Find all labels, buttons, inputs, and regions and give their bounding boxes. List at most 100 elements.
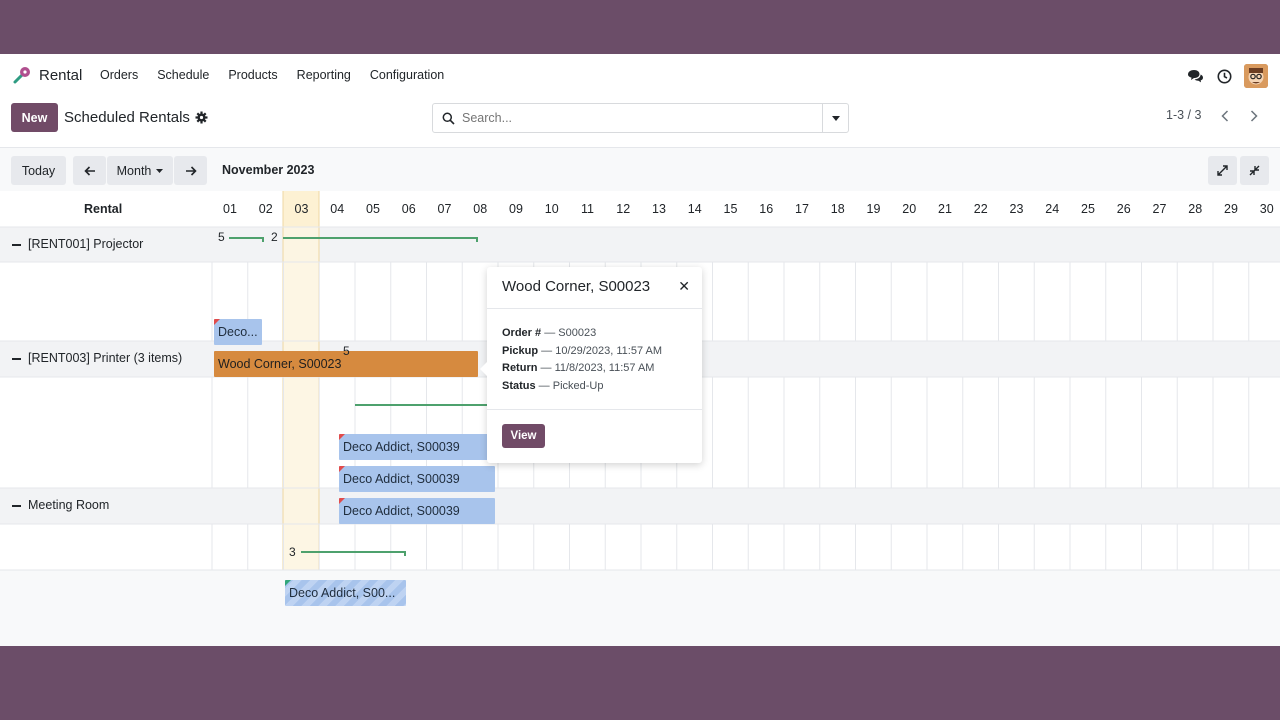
chat-icon[interactable]: [1186, 67, 1204, 85]
app-window: Rental Orders Schedule Products Reportin…: [0, 54, 1280, 646]
pager-next-button[interactable]: [1241, 103, 1267, 129]
expand-rows-button[interactable]: [1208, 156, 1237, 185]
compress-icon: [1249, 165, 1260, 176]
popover-arrow: [480, 362, 487, 376]
collapse-toggle-icon[interactable]: [12, 505, 21, 507]
previous-period-button[interactable]: [73, 156, 106, 185]
pager-previous-button[interactable]: [1212, 103, 1238, 129]
rental-pill[interactable]: Deco Addict, S00039: [339, 466, 495, 492]
late-indicator: [339, 434, 345, 440]
view-button[interactable]: View: [502, 424, 545, 448]
reserved-indicator: [285, 580, 291, 586]
group-label-printer[interactable]: [RENT003] Printer (3 items): [28, 351, 182, 365]
day-header-cell: 17: [795, 202, 809, 216]
day-header-cell: 27: [1152, 202, 1167, 216]
chevron-left-icon: [1221, 110, 1229, 122]
new-button[interactable]: New: [11, 103, 58, 132]
pager-value[interactable]: 1-3 / 3: [1166, 108, 1201, 122]
day-header-cell: 14: [687, 202, 702, 216]
group-label-meeting-room[interactable]: Meeting Room: [28, 498, 109, 512]
popover-footer-divider: [487, 409, 702, 410]
count-bar: [283, 237, 478, 242]
next-period-button[interactable]: [174, 156, 207, 185]
scale-dropdown[interactable]: Month: [107, 156, 173, 185]
menu-item-configuration[interactable]: Configuration: [370, 68, 444, 82]
rental-pill[interactable]: Deco Addict, S00...: [285, 580, 406, 606]
detail-status: Status — Picked-Up: [502, 379, 604, 392]
user-avatar[interactable]: [1244, 64, 1268, 88]
collapse-toggle-icon[interactable]: [12, 358, 21, 360]
arrow-right-icon: [185, 165, 197, 176]
search-input[interactable]: [462, 109, 822, 127]
search-icon: [442, 112, 455, 125]
gantt-toolbar: Today Month November 2023: [0, 147, 1280, 191]
day-header-cell: 23: [1009, 202, 1024, 216]
day-header-cell: 09: [509, 202, 523, 216]
day-header-cell: 07: [437, 202, 452, 216]
gantt-header-label: Rental: [84, 202, 123, 216]
late-indicator: [339, 498, 345, 504]
day-header-cell: 01: [223, 202, 237, 216]
menu-item-products[interactable]: Products: [228, 68, 277, 82]
day-header-cell: 11: [581, 202, 594, 216]
menu-item-orders[interactable]: Orders: [100, 68, 138, 82]
day-header-cell: 12: [616, 202, 631, 216]
day-header-cell: 25: [1081, 202, 1095, 216]
pill-label: Deco...: [218, 325, 258, 339]
day-header-cell: 05: [366, 202, 380, 216]
rental-pill[interactable]: Deco...: [214, 319, 262, 345]
menu-item-reporting[interactable]: Reporting: [297, 68, 351, 82]
day-header-cell: 30: [1259, 202, 1274, 216]
search-bar: [432, 103, 849, 133]
chevron-right-icon: [1250, 110, 1258, 122]
clock-icon[interactable]: [1215, 67, 1233, 85]
today-button[interactable]: Today: [11, 156, 66, 185]
day-header-cell: 19: [866, 202, 881, 216]
popover-details: Order # — S00023 Pickup — 10/29/2023, 11…: [502, 325, 662, 395]
count-bar: [229, 237, 264, 242]
day-header-cell: 24: [1045, 202, 1060, 216]
count-label: 3: [289, 545, 296, 559]
day-header-cell: 20: [902, 202, 917, 216]
pill-label: Deco Addict, S00039: [343, 472, 460, 486]
caret-down-icon: [831, 115, 840, 121]
count-bar: [355, 404, 490, 409]
main-menu: Orders Schedule Products Reporting Confi…: [100, 68, 463, 82]
pill-label: Deco Addict, S00...: [289, 586, 396, 600]
group-label-projector[interactable]: [RENT001] Projector: [28, 237, 143, 251]
key-icon: [13, 67, 30, 84]
day-header-cell: 18: [830, 202, 845, 216]
app-brand[interactable]: Rental: [12, 65, 82, 85]
count-label: 5: [218, 230, 225, 244]
app-name: Rental: [39, 66, 83, 84]
pill-label: Deco Addict, S00039: [343, 504, 460, 518]
late-indicator: [214, 319, 220, 325]
day-header-cell: 22: [973, 202, 988, 216]
count-bar: [301, 551, 406, 556]
menu-item-schedule[interactable]: Schedule: [157, 68, 209, 82]
detail-return: Return — 11/8/2023, 11:57 AM: [502, 362, 655, 374]
collapse-rows-button[interactable]: [1240, 156, 1269, 185]
gear-icon[interactable]: [195, 111, 208, 124]
caret-down-icon: [156, 168, 164, 173]
collapse-toggle-icon[interactable]: [12, 244, 21, 246]
close-icon[interactable]: ✕: [678, 278, 690, 295]
late-indicator: [339, 466, 345, 472]
navbar-systray: [1175, 64, 1268, 88]
day-header-cell: 16: [759, 202, 774, 216]
day-header-cell: 06: [401, 202, 416, 216]
page-title: Scheduled Rentals: [64, 109, 190, 126]
count-label: 2: [271, 230, 278, 244]
search-options-toggle[interactable]: [822, 104, 848, 132]
day-header-cell: 02: [258, 202, 273, 216]
rental-pill[interactable]: Deco Addict, S00039: [339, 498, 495, 524]
day-header-cell: 08: [473, 202, 488, 216]
rental-pill[interactable]: Deco Addict, S00039: [339, 434, 495, 460]
pill-label: Deco Addict, S00039: [343, 440, 460, 454]
count-label: 5: [343, 344, 350, 358]
day-header-cell: 26: [1116, 202, 1131, 216]
day-header-cell: 29: [1224, 202, 1238, 216]
detail-order: Order # — S00023: [502, 327, 597, 339]
scale-label: Month: [116, 163, 152, 178]
day-header-cell: 10: [544, 202, 559, 216]
